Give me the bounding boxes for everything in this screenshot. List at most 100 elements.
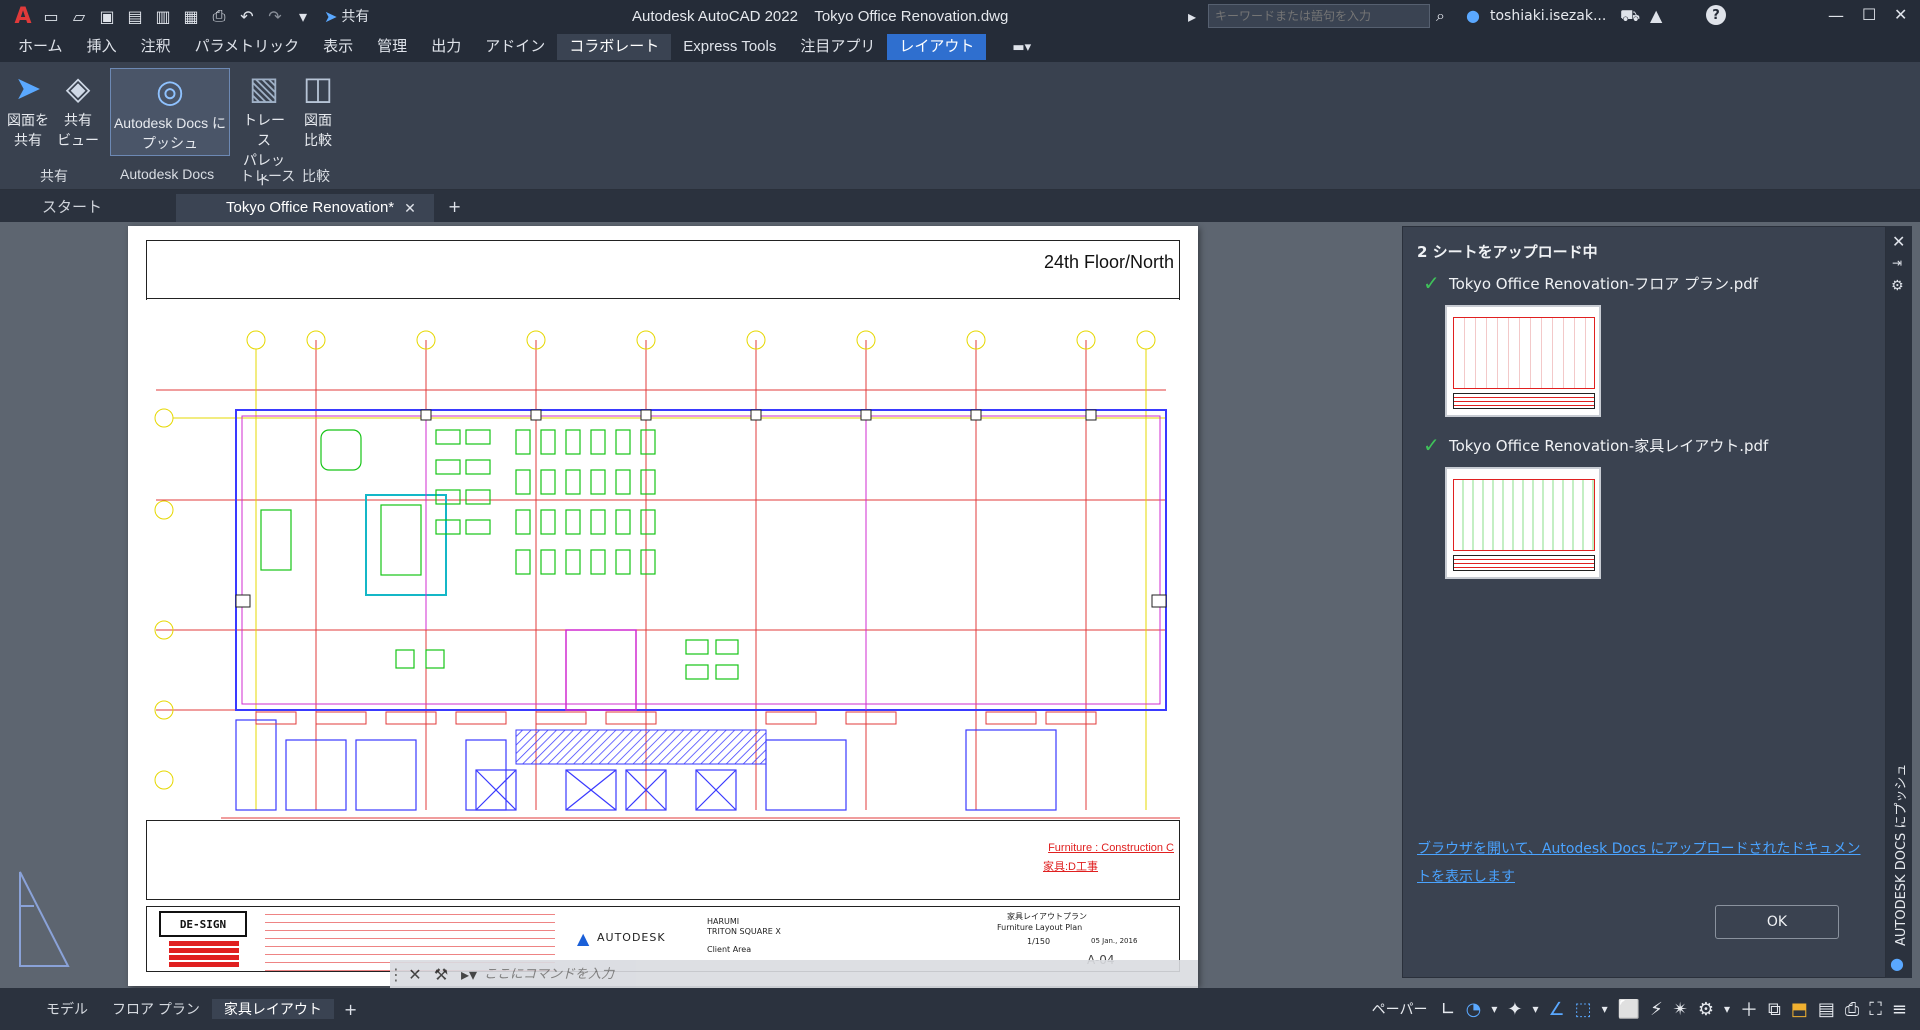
tab-parametric[interactable]: パラメトリック [183,34,312,60]
footer-divider [146,820,1180,821]
design-logo-box: DE-SIGN [159,911,247,937]
command-grip-icon[interactable]: ⋮ [388,965,404,984]
stamp-furniture-jp: 家具:D工事 [1043,861,1098,873]
push-to-docs-button[interactable]: ◎ Autodesk Docs に プッシュ [110,68,230,156]
undo-icon[interactable]: ↶ [234,3,260,29]
open-in-browser-link[interactable]: ブラウザを開いて、Autodesk Docs にアップロードされたドキュメントを… [1417,835,1867,891]
annotation-monitor-icon[interactable]: ＋ [1740,996,1758,1022]
tab-express-tools[interactable]: Express Tools [671,34,788,60]
tab-manage[interactable]: 管理 [365,34,419,60]
help-icon[interactable]: ? [1706,5,1726,25]
share-label[interactable]: 共有 [341,6,369,26]
cart-icon[interactable]: ⛟ [1620,6,1640,27]
workspace-gear-icon[interactable]: ⚙ [1698,999,1714,1020]
viewport-scale-icon[interactable]: ⬜ [1618,999,1640,1020]
app-menu-button[interactable]: A [8,4,38,29]
layout-tab-model[interactable]: モデル [34,999,100,1019]
annotation-scale-icon[interactable]: ✴ [1673,999,1688,1020]
command-close-icon[interactable]: ✕ [402,965,428,984]
redo-icon[interactable]: ↷ [262,3,288,29]
maximize-icon[interactable]: ☐ [1862,5,1876,24]
file-2-thumbnail[interactable] [1445,467,1601,579]
new-file-icon[interactable]: ▭ [38,3,64,29]
tab-drawing-active[interactable]: Tokyo Office Renovation* ✕ [176,194,434,222]
share-icon[interactable]: ➤ [324,7,337,26]
annotation-visibility-icon[interactable]: ⚡ [1650,999,1663,1020]
workspace-dropdown-icon[interactable]: ▾ [1724,1002,1730,1016]
drawing-compare-label2: 比較 [304,132,332,148]
drawing-canvas[interactable]: 24th Floor/North Furniture: Constructio… [0,222,1920,988]
layout-tab-floor-plan[interactable]: フロア プラン [100,999,212,1019]
search-expand-icon[interactable]: ▸ [1188,7,1196,26]
minimize-icon[interactable]: — [1828,6,1844,25]
polar-tracking-icon[interactable]: ◔ [1466,999,1482,1020]
tab-layout[interactable]: レイアウト [887,34,987,60]
panel-settings-icon[interactable]: ⚙ [1891,278,1904,294]
sheet-title-jp: 家具レイアウトプラン [1007,912,1087,921]
clean-screen-icon[interactable]: ⛶ [1869,999,1882,1020]
tab-insert[interactable]: 挿入 [75,34,129,60]
drawing-compare-button[interactable]: ◫ 図面 比較 [296,66,340,150]
selection-dropdown-icon[interactable]: ▾ [1602,1002,1608,1016]
customization-menu-icon[interactable]: ≡ [1892,999,1907,1020]
ok-button[interactable]: OK [1715,905,1839,939]
polar-dropdown-icon[interactable]: ▾ [1491,1002,1497,1016]
tab-output[interactable]: 出力 [419,34,473,60]
add-layout-icon[interactable]: + [344,1000,357,1019]
uploaded-file-2[interactable]: Tokyo Office Renovation-家具レイアウト.pdf [1449,435,1768,456]
autodesk-a360-icon[interactable]: ▲ [1650,6,1662,25]
isolate-objects-icon[interactable]: ⎙ [1845,999,1859,1020]
selection-cycling-icon[interactable]: ⬚ [1575,999,1592,1020]
object-snap-tracking-icon[interactable]: ✦ [1507,999,1522,1020]
tab-addins[interactable]: アドイン [473,34,557,60]
keyword-search-input[interactable] [1208,4,1430,28]
layout-tab-furniture[interactable]: 家具レイアウト [211,999,334,1019]
drawing-compare-icon: ◫ [302,70,334,106]
window-title: Autodesk AutoCAD 2022 Tokyo Office Renov… [632,7,1009,25]
export-icon[interactable]: ▦ [178,3,204,29]
autohide-icon[interactable]: ⇥ [1892,256,1902,270]
paper-space-toggle[interactable]: ペーパー [1372,999,1428,1019]
client-area: Client Area [707,945,752,954]
uploaded-file-1[interactable]: Tokyo Office Renovation-フロア プラン.pdf [1449,273,1758,294]
quick-properties-icon[interactable]: ⬒ [1791,999,1808,1020]
quick-access-dropdown-icon[interactable]: ▾ [290,3,316,29]
close-window-icon[interactable]: ✕ [1894,5,1907,24]
new-tab-icon[interactable]: + [448,197,461,216]
tab-start[interactable]: スタート [26,194,176,222]
lineweight-icon[interactable]: ∠ [1548,999,1564,1020]
command-input[interactable] [484,963,1198,985]
save-icon[interactable]: ▣ [94,3,120,29]
print-icon[interactable]: ⎙ [206,3,232,29]
sheet-date: 05 Jan., 2016 [1091,937,1138,945]
open-folder-icon[interactable]: ▱ [66,3,92,29]
close-panel-icon[interactable]: ✕ [1892,232,1905,251]
title-bar: A ▭ ▱ ▣ ▤ ▥ ▦ ⎙ ↶ ↷ ▾ ➤ 共有 Autodesk Auto… [0,0,1920,32]
command-line[interactable]: ⋮ ✕ ⚒ ▸▾ [388,960,1198,988]
tab-featured-apps[interactable]: 注目アプリ [788,34,887,60]
user-name[interactable]: toshiaki.isezak... [1490,8,1606,24]
user-icon[interactable]: ● [1466,6,1480,25]
share-drawing-button[interactable]: ➤ 図面を 共有 [6,66,50,150]
autodesk-wordmark: AUTODESK [597,931,666,944]
command-history-icon[interactable]: ▸▾ [454,965,484,984]
customize-wrench-icon[interactable]: ⚒ [428,965,454,984]
thumbnail-plan [1453,317,1595,389]
save-as-icon[interactable]: ▤ [122,3,148,29]
publish-icon[interactable]: ▥ [150,3,176,29]
search-icon[interactable]: ⌕ [1436,6,1445,26]
close-tab-icon[interactable]: ✕ [404,194,416,222]
tab-home[interactable]: ホーム [6,34,75,60]
tab-collaborate[interactable]: コラボレート [557,34,672,60]
units-icon[interactable]: ⧉ [1768,999,1781,1020]
ribbon-display-toggle-icon[interactable]: ▬▾ [1012,40,1031,55]
file-1-thumbnail[interactable] [1445,305,1601,417]
shared-view-button[interactable]: ◈ 共有 ビュー [56,66,100,150]
tab-view[interactable]: 表示 [311,34,365,60]
tab-annotate[interactable]: 注釈 [129,34,183,60]
osnap-dropdown-icon[interactable]: ▾ [1532,1002,1538,1016]
drawing-compare-label1: 図面 [304,112,332,128]
snap-grid-icon[interactable]: ∟ [1441,999,1456,1020]
group-label-compare: 比較 [302,168,330,184]
hardware-acceleration-icon[interactable]: ▤ [1818,999,1835,1020]
